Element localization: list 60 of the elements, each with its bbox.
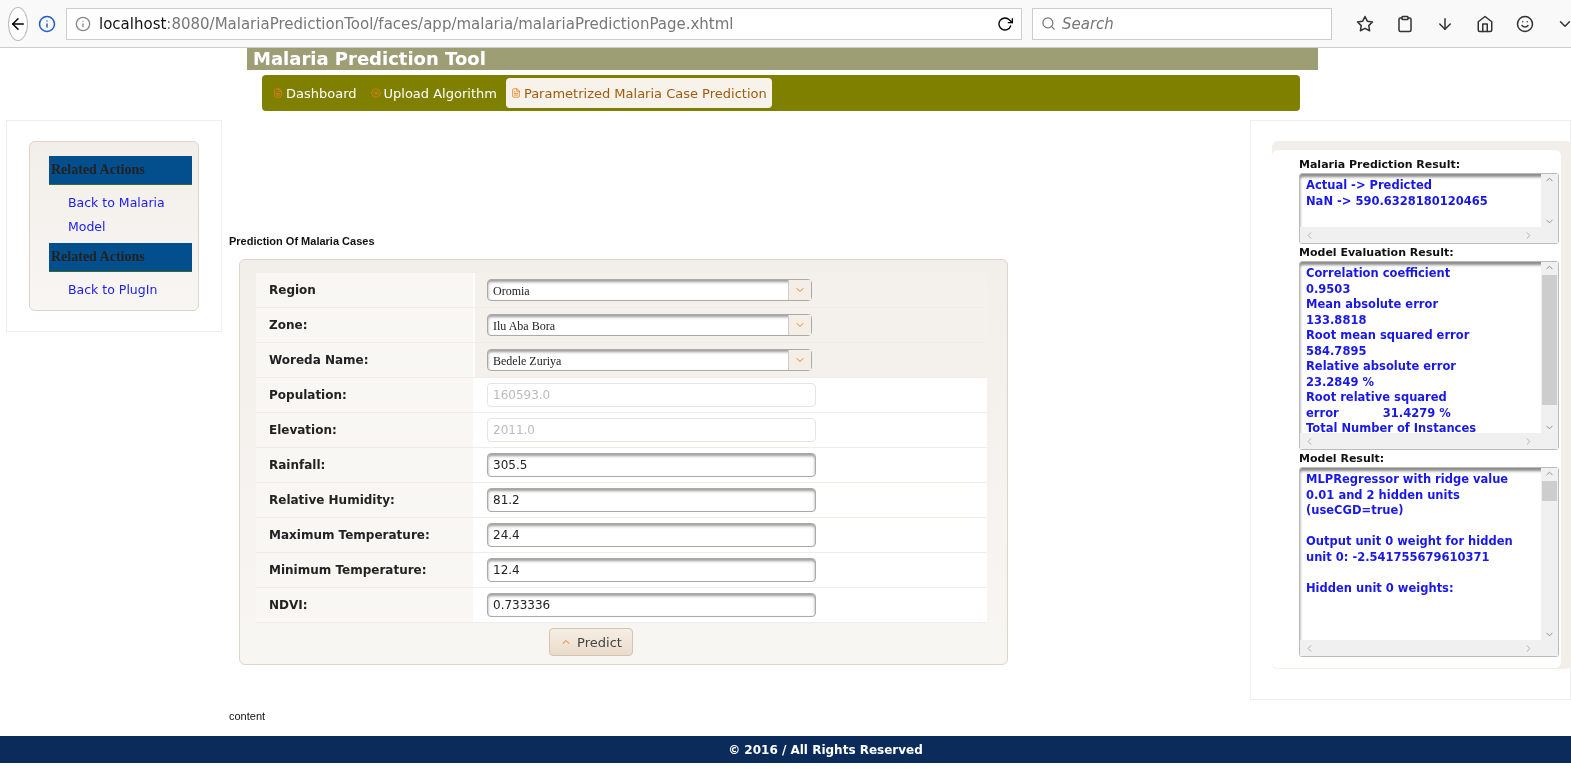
scrollbar[interactable] (1300, 227, 1558, 243)
field-label: Elevation: (256, 413, 475, 447)
form-title: Prediction Of Malaria Cases (229, 235, 376, 247)
scroll-thumb[interactable] (1542, 275, 1557, 405)
copyright-text: © 2016 / All Rights Reserved (728, 742, 923, 757)
star-icon[interactable] (1356, 14, 1374, 33)
dropdown[interactable]: Ilu Aba Bora (487, 314, 812, 336)
info-icon (75, 15, 91, 32)
scrollbar[interactable] (1541, 262, 1558, 433)
result-box[interactable]: Actual -> Predicted NaN -> 590.6328180120465 (1299, 173, 1559, 244)
result-label: Model Result: (1299, 452, 1386, 465)
result-label: Model Evaluation Result: (1299, 246, 1455, 259)
field-label: Woreda Name: (256, 343, 475, 377)
scrollbar[interactable] (1300, 640, 1558, 656)
section-heading: Related Actions (49, 156, 192, 185)
scrollbar[interactable] (1300, 433, 1558, 449)
scrollbar[interactable] (1541, 174, 1558, 227)
input-field[interactable]: 12.4 (487, 558, 816, 582)
sidebar-link[interactable]: Back to Malaria Model (49, 185, 192, 243)
back-button[interactable] (8, 6, 28, 41)
predict-button[interactable]: Predict (549, 628, 633, 656)
field-label: Maximum Temperature: (256, 518, 475, 552)
field-label: Population: (256, 378, 475, 412)
result-box[interactable]: Correlation coefficient 0.9503 Mean absolute error 133.8818 Root mean squared error 584.7895 Relative absolute error 23.2849 % Root relative squared error 31.4279 % Total Number of Instances (1299, 261, 1559, 450)
menu-tab[interactable]: Upload Algorithm (365, 78, 502, 108)
input-field[interactable]: 81.2 (487, 488, 816, 512)
info-icon[interactable] (38, 14, 56, 33)
field-label: Rainfall: (256, 448, 475, 482)
reload-icon[interactable] (997, 15, 1013, 32)
smiley-icon[interactable] (1516, 14, 1534, 33)
result-label: Malaria Prediction Result: (1299, 158, 1462, 171)
field-label: Region (256, 273, 475, 307)
scrollbar[interactable] (1541, 468, 1558, 640)
document-icon (273, 88, 283, 98)
field-label: Minimum Temperature: (256, 553, 475, 587)
document-icon (510, 88, 521, 98)
result-box[interactable]: MLPRegressor with ridge value 0.01 and 2 hidden units (useCGD=true) Output unit 0 weight for hidden unit 0: -2.541755679610371 Hidden unit 0 weights: (1299, 467, 1559, 657)
sidebar-link[interactable]: Back to PlugIn (49, 272, 192, 306)
menu-tab[interactable]: Dashboard (268, 78, 362, 108)
scroll-thumb[interactable] (1542, 481, 1557, 501)
content-label: content (229, 710, 267, 724)
field-label: Relative Humidity: (256, 483, 475, 517)
result-text: Actual -> Predicted NaN -> 590.6328180120465 (1305, 177, 1489, 210)
dropdown[interactable]: Oromia (487, 279, 812, 301)
search-field[interactable]: Search (1032, 7, 1332, 40)
gear-icon (370, 88, 381, 98)
input-field[interactable]: 24.4 (487, 523, 816, 547)
result-text: Correlation coefficient 0.9503 Mean absolute error 133.8818 Root mean squared error 584.7895 Relative absolute error 23.2849 % Root relative squared error 31.4279 % Total Number of Instances (1305, 265, 1478, 433)
input-field[interactable]: 0.733336 (487, 593, 816, 617)
address-bar[interactable]: localhost:8080/MalariaPredictionTool/faces/app/malaria/malariaPredictionPage.xhtml (66, 7, 1022, 40)
menu-tab[interactable]: Parametrized Malaria Case Prediction (505, 78, 772, 108)
clipboard-icon[interactable] (1396, 14, 1414, 33)
input-field[interactable]: 305.5 (487, 453, 816, 477)
search-icon (1041, 16, 1056, 31)
result-text: MLPRegressor with ridge value 0.01 and 2 hidden units (useCGD=true) Output unit 0 weight for hidden unit 0: -2.541755679610371 Hidden unit 0 weights: (1305, 471, 1514, 597)
site-title: Malaria Prediction Tool (252, 48, 487, 70)
section-heading: Related Actions (49, 243, 192, 272)
home-icon[interactable] (1476, 14, 1494, 33)
dropdown[interactable]: Bedele Zuriya (487, 349, 812, 371)
field-label: Zone: (256, 308, 475, 342)
